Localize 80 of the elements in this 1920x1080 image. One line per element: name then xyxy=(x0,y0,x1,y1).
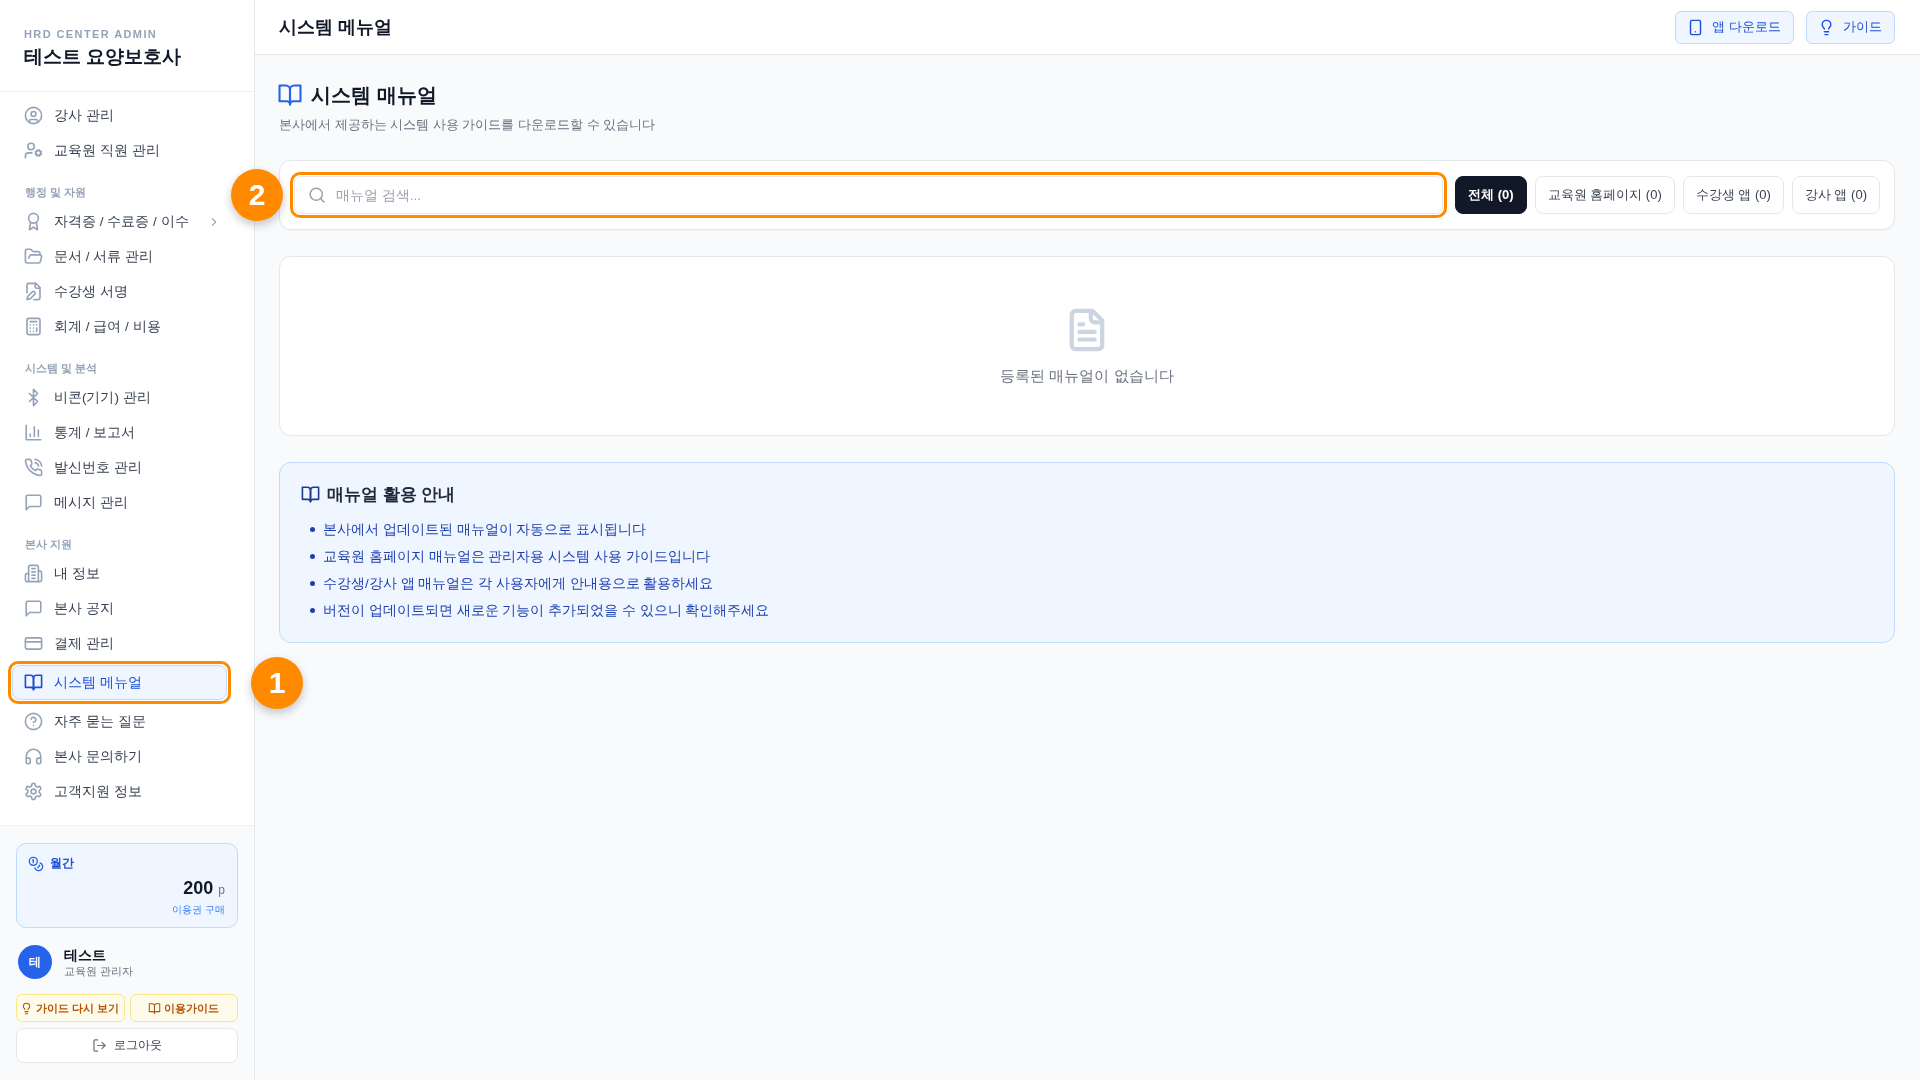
nav-section-heading: 행정 및 자원 xyxy=(25,185,87,200)
nav-item[interactable]: 수강생 서명 xyxy=(12,274,227,309)
document-icon xyxy=(1067,306,1107,353)
book-icon xyxy=(279,84,301,106)
nav-item[interactable]: 본사 문의하기 xyxy=(12,739,227,774)
guide-text: 교육원 홈페이지 매뉴얼은 관리자용 시스템 사용 가이드입니다 xyxy=(323,547,710,566)
search-field[interactable]: 매뉴얼 검색... xyxy=(294,176,1444,214)
lightbulb-icon xyxy=(1819,19,1834,35)
bullet-icon xyxy=(310,581,315,586)
phone-icon xyxy=(25,459,42,476)
nav-section-heading: 시스템 및 분석 xyxy=(25,361,98,376)
lightbulb-icon xyxy=(21,1002,33,1014)
calculator-icon xyxy=(25,318,42,335)
nav-item[interactable]: 결제 관리 xyxy=(12,626,227,661)
header-button[interactable]: 가이드 xyxy=(1806,10,1895,44)
help-icon xyxy=(25,713,42,730)
nav-item[interactable]: 발신번호 관리 xyxy=(12,450,227,485)
smartphone-icon xyxy=(1688,19,1704,35)
ribbon-icon xyxy=(25,213,42,230)
search-icon xyxy=(309,187,325,203)
nav-item[interactable]: 비콘(기기) 관리 xyxy=(12,380,227,415)
nav-item[interactable]: 메시지 관리 xyxy=(12,485,227,520)
user-circle-icon xyxy=(25,107,42,124)
top-bar-title: 시스템 메뉴얼 xyxy=(279,16,392,39)
user-avatar: 테 xyxy=(18,945,52,979)
step-badge: 2 xyxy=(231,169,283,221)
nav-item[interactable]: 강사 관리 xyxy=(12,98,227,133)
guide-text: 본사에서 업데이트된 매뉴얼이 자동으로 표시됩니다 xyxy=(323,520,646,539)
nav-item[interactable]: 자주 묻는 질문 xyxy=(12,704,227,739)
nav-item[interactable]: 고객지원 정보 xyxy=(12,774,227,809)
nav-item[interactable]: 교육원 직원 관리 xyxy=(12,133,227,168)
logout-icon xyxy=(92,1039,106,1052)
book-icon xyxy=(25,674,42,691)
buy-pass-link[interactable]: 이용권 구매 xyxy=(172,903,225,917)
filter-tab[interactable]: 교육원 홈페이지 (0) xyxy=(1534,176,1675,214)
brand-caption: HRD CENTER ADMIN xyxy=(24,27,158,41)
points-unit: p xyxy=(218,883,225,897)
nav-item[interactable]: 자격증 / 수료증 / 이수 xyxy=(12,204,227,239)
guide-title: 매뉴얼 활용 안내 xyxy=(327,484,456,506)
settings-icon xyxy=(25,783,42,800)
bar-chart-icon xyxy=(25,424,42,441)
user-role: 교육원 관리자 xyxy=(64,963,133,979)
book-icon xyxy=(148,1002,160,1014)
step-badge: 1 xyxy=(251,656,303,709)
logout-button[interactable]: 로그아웃 xyxy=(16,1028,238,1063)
points-amount: 200 xyxy=(183,878,214,899)
points-period: 월간 xyxy=(50,855,74,872)
user-name: 테스트 xyxy=(64,945,106,964)
guide-text: 버전이 업데이트되면 새로운 기능이 추가되었을 수 있으니 확인해주세요 xyxy=(323,601,770,620)
brand-title: 테스트 요양보호사 xyxy=(24,45,182,69)
file-pen-icon xyxy=(25,283,42,300)
page-subtitle: 본사에서 제공하는 시스템 사용 가이드를 다운로드할 수 있습니다 xyxy=(279,116,656,134)
header-button[interactable]: 앱 다운로드 xyxy=(1675,10,1794,44)
guide-button[interactable]: 이용가이드 xyxy=(129,994,238,1022)
nav-item[interactable]: 본사 공지 xyxy=(12,591,227,626)
nav-item[interactable]: 문서 / 서류 관리 xyxy=(12,239,227,274)
chat-bubble-icon xyxy=(25,494,42,511)
nav-item[interactable]: 회계 / 급여 / 비용 xyxy=(12,309,227,344)
book-icon xyxy=(302,486,319,503)
credit-card-icon xyxy=(25,635,42,652)
bullet-icon xyxy=(310,554,315,559)
coins-icon xyxy=(29,856,43,871)
nav-item[interactable]: 내 정보 xyxy=(12,556,227,591)
filter-tab[interactable]: 전체 (0) xyxy=(1455,176,1527,214)
guide-text: 수강생/강사 앱 매뉴얼은 각 사용자에게 안내용으로 활용하세요 xyxy=(323,574,714,593)
user-gear-icon xyxy=(25,142,42,159)
guide-button[interactable]: 가이드 다시 보기 xyxy=(16,994,125,1022)
nav-section-heading: 본사 지원 xyxy=(25,537,73,552)
page-title: 시스템 매뉴얼 xyxy=(311,83,437,108)
folder-icon xyxy=(25,248,42,265)
building-icon xyxy=(25,565,42,582)
filter-tab[interactable]: 수강생 앱 (0) xyxy=(1682,176,1784,214)
chat-bubble-icon xyxy=(25,600,42,617)
headphones-icon xyxy=(25,748,42,765)
empty-message: 등록된 매뉴얼이 없습니다 xyxy=(1000,366,1174,386)
nav-item[interactable]: 통계 / 보고서 xyxy=(12,415,227,450)
filter-tab[interactable]: 강사 앱 (0) xyxy=(1791,176,1880,214)
bullet-icon xyxy=(310,527,315,532)
nav-item[interactable]: 시스템 메뉴얼 xyxy=(12,665,227,700)
bullet-icon xyxy=(310,608,315,613)
